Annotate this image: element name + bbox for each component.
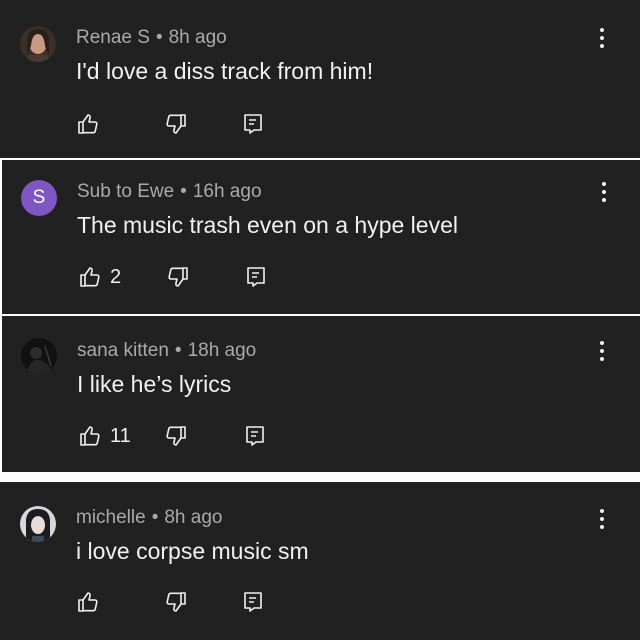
more-vert-icon[interactable] bbox=[592, 178, 616, 206]
comment-time: 8h ago bbox=[168, 27, 227, 48]
reply-icon bbox=[244, 114, 262, 134]
comment-time: 16h ago bbox=[192, 181, 262, 202]
comment-card: sana kitten • 18h ago I like he’s lyrics 1… bbox=[2, 316, 640, 472]
comment-text: I'd love a diss track from him! bbox=[76, 58, 374, 84]
reply-button[interactable] bbox=[243, 422, 267, 450]
meta-separator: • bbox=[174, 340, 182, 361]
reply-icon bbox=[247, 267, 265, 287]
comment-time: 8h ago bbox=[164, 507, 223, 528]
avatar[interactable] bbox=[21, 338, 57, 374]
like-count: 11 bbox=[110, 424, 131, 447]
avatar[interactable] bbox=[20, 26, 56, 62]
meta-separator: • bbox=[151, 507, 159, 528]
avatar-image bbox=[21, 338, 57, 374]
avatar[interactable] bbox=[20, 506, 56, 542]
comment-meta: Sub to Ewe • 16h ago bbox=[77, 181, 262, 203]
comment-text: i love corpse music sm bbox=[76, 538, 309, 564]
thumbs-up-icon bbox=[80, 267, 100, 287]
author-name[interactable]: michelle bbox=[76, 507, 146, 528]
reply-button[interactable] bbox=[241, 588, 265, 616]
like-button[interactable] bbox=[76, 588, 108, 616]
meta-separator: • bbox=[180, 181, 187, 202]
comment-meta: Renae S • 8h ago bbox=[76, 27, 227, 49]
more-vert-icon[interactable] bbox=[590, 337, 614, 365]
comment-text: I like he’s lyrics bbox=[77, 371, 232, 397]
dislike-button[interactable] bbox=[164, 110, 188, 138]
thumbs-down-icon bbox=[166, 426, 186, 446]
like-button[interactable]: 11 bbox=[78, 422, 131, 450]
comment-card: michelle • 8h ago i love corpse music sm bbox=[0, 482, 640, 640]
comment-actions: 2 bbox=[78, 263, 278, 291]
avatar-letter: S bbox=[32, 187, 46, 208]
thumbs-down-icon bbox=[166, 592, 186, 612]
author-name[interactable]: Sub to Ewe bbox=[77, 181, 174, 202]
like-count: 2 bbox=[110, 265, 122, 288]
reply-icon bbox=[246, 426, 264, 446]
thumbs-down-icon bbox=[168, 267, 188, 287]
reply-icon bbox=[244, 592, 262, 612]
author-name[interactable]: sana kitten bbox=[77, 340, 169, 361]
thumbs-up-icon bbox=[78, 592, 98, 612]
dislike-button[interactable] bbox=[166, 263, 190, 291]
dislike-button[interactable] bbox=[164, 422, 188, 450]
avatar[interactable]: S bbox=[21, 180, 57, 216]
more-vert-icon[interactable] bbox=[590, 505, 614, 533]
comment-text: The music trash even on a hype level bbox=[77, 212, 458, 238]
comment-meta: sana kitten • 18h ago bbox=[77, 340, 256, 362]
reply-button[interactable] bbox=[241, 110, 265, 138]
dislike-button[interactable] bbox=[164, 588, 188, 616]
thumbs-up-icon bbox=[78, 114, 98, 134]
avatar-image bbox=[20, 26, 56, 62]
comment-card: S Sub to Ewe • 16h ago The music trash eve… bbox=[2, 160, 640, 314]
comment-actions bbox=[76, 110, 276, 138]
avatar-image bbox=[20, 506, 56, 542]
like-button[interactable]: 2 bbox=[78, 263, 121, 291]
thumbs-up-icon bbox=[80, 426, 100, 446]
comment-card: Renae S • 8h ago I'd love a diss track fro… bbox=[0, 0, 640, 158]
comment-actions bbox=[76, 588, 276, 616]
author-name[interactable]: Renae S bbox=[76, 27, 150, 48]
thumbs-down-icon bbox=[166, 114, 186, 134]
comment-meta: michelle • 8h ago bbox=[76, 507, 222, 529]
like-button[interactable] bbox=[76, 110, 108, 138]
meta-separator: • bbox=[155, 27, 163, 48]
reply-button[interactable] bbox=[244, 263, 268, 291]
more-vert-icon[interactable] bbox=[590, 24, 614, 52]
comment-actions: 11 bbox=[78, 422, 278, 450]
comment-time: 18h ago bbox=[187, 340, 257, 361]
